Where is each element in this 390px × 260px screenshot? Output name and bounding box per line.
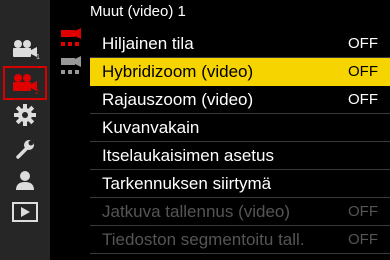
menu-item-label: Hiljainen tila <box>102 33 194 53</box>
video-mode-2-icon[interactable]: 2 <box>3 66 47 100</box>
menu-item-itselaukaisin[interactable]: Itselaukaisimen asetus <box>90 142 390 170</box>
sidebar: 1 2 <box>0 0 50 260</box>
menu-item-hybridizoom[interactable]: Hybridizoom (video) OFF <box>90 58 390 86</box>
menu-item-value: OFF <box>348 231 378 248</box>
menu-item-rajauszoom[interactable]: Rajauszoom (video) OFF <box>90 86 390 114</box>
settings-menu: Hiljainen tila OFF Hybridizoom (video) O… <box>90 30 390 254</box>
menu-item-label: Kuvanvakain <box>102 117 200 137</box>
video-submenu-icon[interactable] <box>58 55 84 77</box>
menu-item-label: Hybridizoom (video) <box>102 61 254 81</box>
svg-text:1: 1 <box>36 54 40 60</box>
menu-item-value: OFF <box>348 63 378 80</box>
menu-item-segmentoitu-tallennus: Tiedoston segmentoitu tall. OFF <box>90 226 390 254</box>
menu-item-label: Jatkuva tallennus (video) <box>102 201 291 221</box>
menu-item-label: Rajauszoom (video) <box>102 89 254 109</box>
gear-icon[interactable] <box>0 99 50 131</box>
menu-item-value: OFF <box>348 35 378 52</box>
menu-item-label: Tiedoston segmentoitu tall. <box>102 229 305 249</box>
menu-item-value: OFF <box>348 91 378 108</box>
menu-item-jatkuva-tallennus: Jatkuva tallennus (video) OFF <box>90 198 390 226</box>
menu-item-value: OFF <box>348 203 378 220</box>
menu-item-hiljainen-tila[interactable]: Hiljainen tila OFF <box>90 30 390 58</box>
menu-item-label: Tarkennuksen siirtymä <box>102 173 272 193</box>
subcategory-column <box>50 0 88 260</box>
wrench-icon[interactable] <box>0 133 50 165</box>
svg-text:2: 2 <box>35 89 39 94</box>
menu-item-kuvanvakain[interactable]: Kuvanvakain <box>90 114 390 142</box>
playback-icon[interactable] <box>0 196 50 228</box>
camera-mode-1-icon[interactable]: 1 <box>0 33 50 65</box>
video-submenu-active-icon[interactable] <box>58 27 84 49</box>
person-icon[interactable] <box>0 164 50 196</box>
menu-item-label: Itselaukaisimen asetus <box>102 145 274 165</box>
menu-item-tarkennuksen-siirtyma[interactable]: Tarkennuksen siirtymä <box>90 170 390 198</box>
page-title: Muut (video) 1 <box>90 3 186 20</box>
